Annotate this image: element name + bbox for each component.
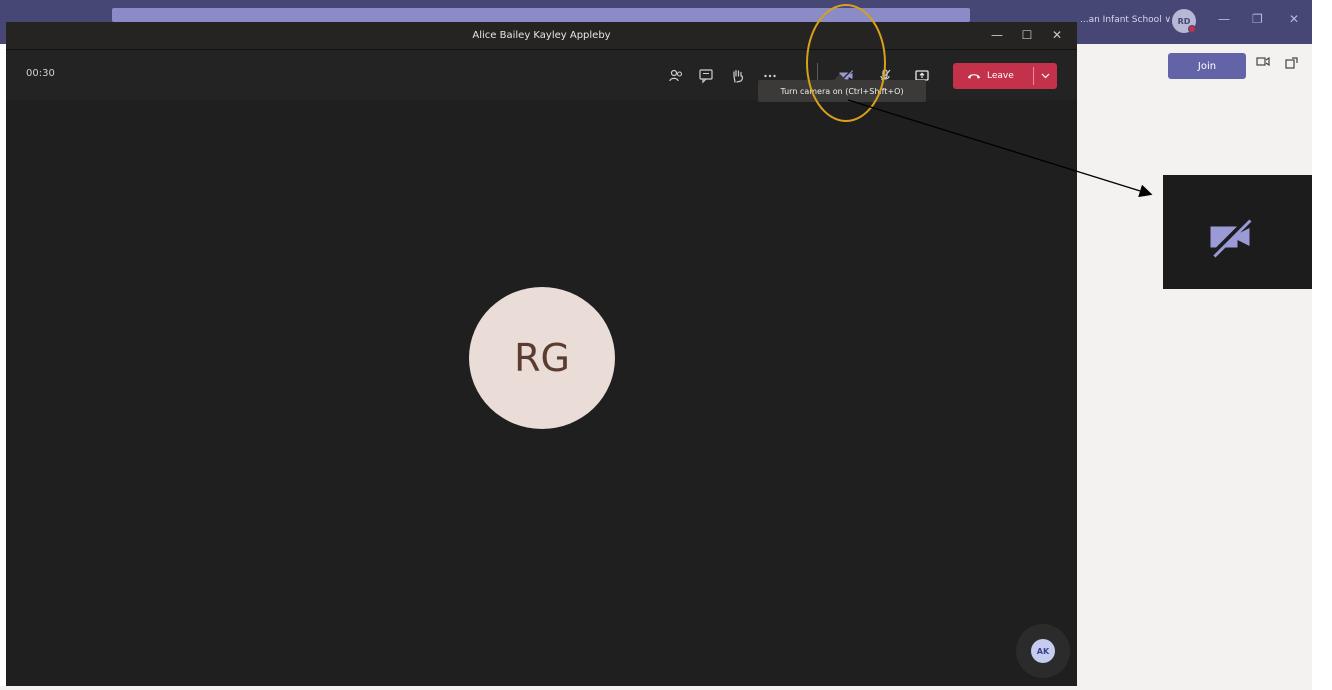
org-switcher[interactable]: ...an Infant School ∨ xyxy=(1080,15,1171,25)
new-window-icon[interactable] xyxy=(1285,57,1298,74)
participant-avatar: RG xyxy=(469,287,615,429)
meeting-maximize-button[interactable]: ☐ xyxy=(1019,28,1035,42)
leave-options-button[interactable] xyxy=(1034,63,1057,89)
chevron-down-icon xyxy=(1041,73,1050,79)
chat-icon[interactable] xyxy=(695,65,717,87)
raise-hand-icon[interactable] xyxy=(727,65,749,87)
meeting-close-button[interactable]: ✕ xyxy=(1049,28,1065,42)
screenshot: ...an Infant School ∨ RD — ❐ ✕ Join Alic… xyxy=(0,0,1332,690)
people-icon[interactable] xyxy=(665,65,687,87)
call-timer: 00:30 xyxy=(26,68,55,79)
leave-label: Leave xyxy=(987,71,1014,81)
phone-hangup-icon xyxy=(968,74,980,79)
app-minimize-button[interactable]: — xyxy=(1218,12,1230,26)
meeting-window: Alice Bailey Kayley Appleby — ☐ ✕ 00:30 xyxy=(6,22,1077,686)
meeting-title: Alice Bailey Kayley Appleby xyxy=(472,30,611,41)
channel-panel xyxy=(1077,44,1312,690)
screen-edge xyxy=(1312,0,1332,690)
leave-main[interactable]: Leave xyxy=(953,63,1033,89)
highlight-ellipse xyxy=(806,4,886,122)
presence-busy-icon xyxy=(1188,25,1196,33)
app-close-button[interactable]: ✕ xyxy=(1289,12,1299,26)
meeting-title-bar: Alice Bailey Kayley Appleby — ☐ ✕ xyxy=(6,22,1077,50)
meeting-minimize-button[interactable]: — xyxy=(989,28,1005,42)
screen-icon[interactable] xyxy=(1256,56,1270,73)
taskbar-edge xyxy=(0,686,1077,690)
leave-button[interactable]: Leave xyxy=(953,63,1057,89)
camera-off-icon-zoomed xyxy=(1210,217,1252,258)
join-button[interactable]: Join xyxy=(1168,53,1246,79)
app-maximize-button[interactable]: ❐ xyxy=(1252,12,1263,26)
self-avatar[interactable]: AK xyxy=(1031,639,1055,663)
